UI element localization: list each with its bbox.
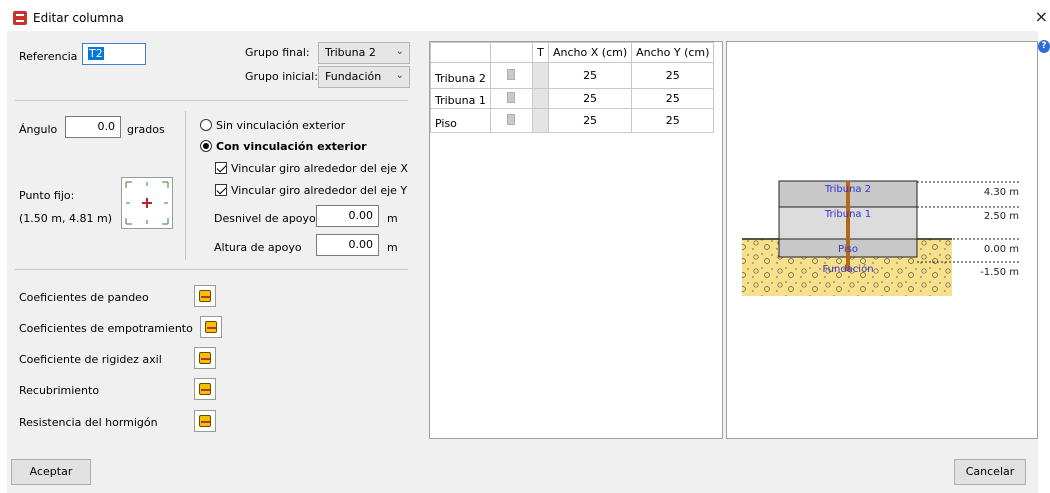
elevation-label: 4.30 m — [984, 187, 1019, 198]
close-icon[interactable]: × — [1035, 9, 1048, 25]
table-row[interactable]: Tribuna 1 25 25 — [430, 88, 715, 109]
giro-y-label[interactable]: Vincular giro alrededor del eje Y — [231, 184, 407, 197]
color-swatch — [507, 113, 515, 125]
table-header-ancho-y: Ancho Y (cm) — [631, 42, 715, 63]
separator — [15, 100, 408, 101]
edit-icon — [199, 352, 211, 364]
row-ancho-y[interactable]: 25 — [631, 62, 715, 89]
row-name: Piso — [430, 108, 491, 133]
dialog-footer: Aceptar Cancelar — [7, 445, 1038, 493]
vertical-separator — [185, 111, 186, 260]
accept-button[interactable]: Aceptar — [11, 459, 91, 485]
coef-rigidez-label: Coeficiente de rigidez axil — [19, 353, 162, 366]
row-ancho-x[interactable]: 25 — [547, 108, 633, 133]
edit-column-dialog: Referencia T2 Grupo final: Tribuna 2 ⌄ G… — [7, 31, 1038, 493]
grupo-final-label: Grupo final: — [245, 46, 310, 59]
edit-icon — [205, 321, 217, 333]
row-t-cell[interactable] — [532, 62, 549, 89]
angulo-unit: grados — [127, 123, 165, 136]
table-header-row: T Ancho X (cm) Ancho Y (cm) — [430, 42, 715, 63]
app-icon — [13, 11, 27, 25]
coef-rigidez-edit-button[interactable] — [194, 347, 216, 369]
grupo-inicial-value: Fundación — [325, 70, 382, 83]
recubrimiento-edit-button[interactable] — [194, 378, 216, 400]
color-swatch — [507, 91, 515, 103]
coef-empotramiento-label: Coeficientes de empotramiento — [19, 322, 193, 335]
row-name: Tribuna 1 — [430, 88, 491, 109]
punto-fijo-label: Punto fijo: — [19, 189, 75, 202]
fixed-point-selector[interactable] — [121, 177, 173, 229]
coef-empotramiento-edit-button[interactable] — [200, 316, 222, 338]
edit-icon — [199, 290, 211, 302]
row-ancho-y[interactable]: 25 — [631, 88, 715, 109]
row-ancho-x[interactable]: 25 — [547, 88, 633, 109]
levels-table-panel: T Ancho X (cm) Ancho Y (cm) Tribuna 2 25… — [429, 41, 723, 439]
elevation-label: 2.50 m — [984, 211, 1019, 222]
elevation-label: 0.00 m — [984, 244, 1019, 255]
cancel-button[interactable]: Cancelar — [954, 459, 1026, 485]
con-vinculacion-radio[interactable] — [200, 140, 212, 152]
title-bar: Editar columna × — [0, 0, 1050, 31]
table-header — [430, 42, 491, 63]
help-icon[interactable]: ? — [1038, 40, 1050, 53]
grupo-inicial-label: Grupo inicial: — [245, 70, 318, 83]
coef-pandeo-label: Coeficientes de pandeo — [19, 291, 149, 304]
referencia-label: Referencia — [19, 50, 78, 63]
coef-pandeo-edit-button[interactable] — [194, 285, 216, 307]
left-panel: Referencia T2 Grupo final: Tribuna 2 ⌄ G… — [7, 31, 417, 439]
separator — [15, 269, 408, 270]
row-color-cell[interactable] — [490, 88, 533, 109]
fixed-point-grid-icon — [125, 181, 169, 225]
referencia-value: T2 — [88, 47, 104, 60]
level-label-piso: Piso — [838, 244, 858, 255]
desnivel-label: Desnivel de apoyo — [214, 212, 316, 225]
table-row[interactable]: Piso 25 25 — [430, 108, 715, 133]
row-ancho-y[interactable]: 25 — [631, 108, 715, 133]
table-header-ancho-x: Ancho X (cm) — [547, 42, 633, 63]
punto-fijo-coords: (1.50 m, 4.81 m) — [19, 212, 112, 225]
level-label-tribuna-2: Tribuna 2 — [824, 184, 871, 195]
level-label-fundacion: Fundación — [822, 263, 873, 275]
angulo-label: Ángulo — [19, 123, 58, 136]
altura-unit: m — [387, 241, 398, 254]
row-color-cell[interactable] — [490, 108, 533, 133]
desnivel-input[interactable]: 0.00 — [316, 205, 379, 227]
table-header — [490, 42, 533, 63]
referencia-input[interactable]: T2 — [82, 43, 146, 65]
resistencia-edit-button[interactable] — [194, 410, 216, 432]
giro-x-label[interactable]: Vincular giro alrededor del eje X — [231, 162, 408, 175]
row-ancho-x[interactable]: 25 — [547, 62, 633, 89]
grupo-final-value: Tribuna 2 — [325, 46, 376, 59]
row-name: Tribuna 2 — [430, 62, 491, 89]
con-vinculacion-label[interactable]: Con vinculación exterior — [216, 140, 367, 153]
table-row[interactable]: Tribuna 2 25 25 — [430, 62, 715, 89]
chevron-down-icon: ⌄ — [395, 46, 404, 57]
altura-input[interactable]: 0.00 — [316, 234, 379, 256]
giro-y-checkbox[interactable] — [215, 184, 227, 196]
chevron-down-icon: ⌄ — [395, 70, 404, 81]
desnivel-unit: m — [387, 212, 398, 225]
row-color-cell[interactable] — [490, 62, 533, 89]
table-header-t: T — [532, 42, 549, 63]
sin-vinculacion-radio[interactable] — [200, 119, 212, 131]
resistencia-label: Resistencia del hormigón — [19, 416, 158, 429]
row-t-cell[interactable] — [532, 108, 549, 133]
window-title: Editar columna — [33, 11, 124, 25]
row-t-cell[interactable] — [532, 88, 549, 109]
levels-table: T Ancho X (cm) Ancho Y (cm) Tribuna 2 25… — [430, 42, 715, 133]
angulo-input[interactable]: 0.0 — [65, 116, 121, 138]
edit-icon — [199, 383, 211, 395]
grupo-final-select[interactable]: Tribuna 2 ⌄ — [318, 42, 410, 64]
elevation-label: -1.50 m — [980, 267, 1019, 278]
column-preview-panel: Tribuna 2 Tribuna 1 Piso Fundación 4.30 … — [726, 41, 1038, 439]
level-label-tribuna-1: Tribuna 1 — [824, 209, 871, 220]
color-swatch — [507, 68, 515, 80]
giro-x-checkbox[interactable] — [215, 162, 227, 174]
recubrimiento-label: Recubrimiento — [19, 384, 100, 397]
column-elevation-diagram: Tribuna 2 Tribuna 1 Piso Fundación 4.30 … — [742, 180, 1021, 296]
grupo-inicial-select[interactable]: Fundación ⌄ — [318, 66, 410, 88]
sin-vinculacion-label[interactable]: Sin vinculación exterior — [216, 119, 345, 132]
altura-label: Altura de apoyo — [214, 241, 302, 254]
edit-icon — [199, 415, 211, 427]
